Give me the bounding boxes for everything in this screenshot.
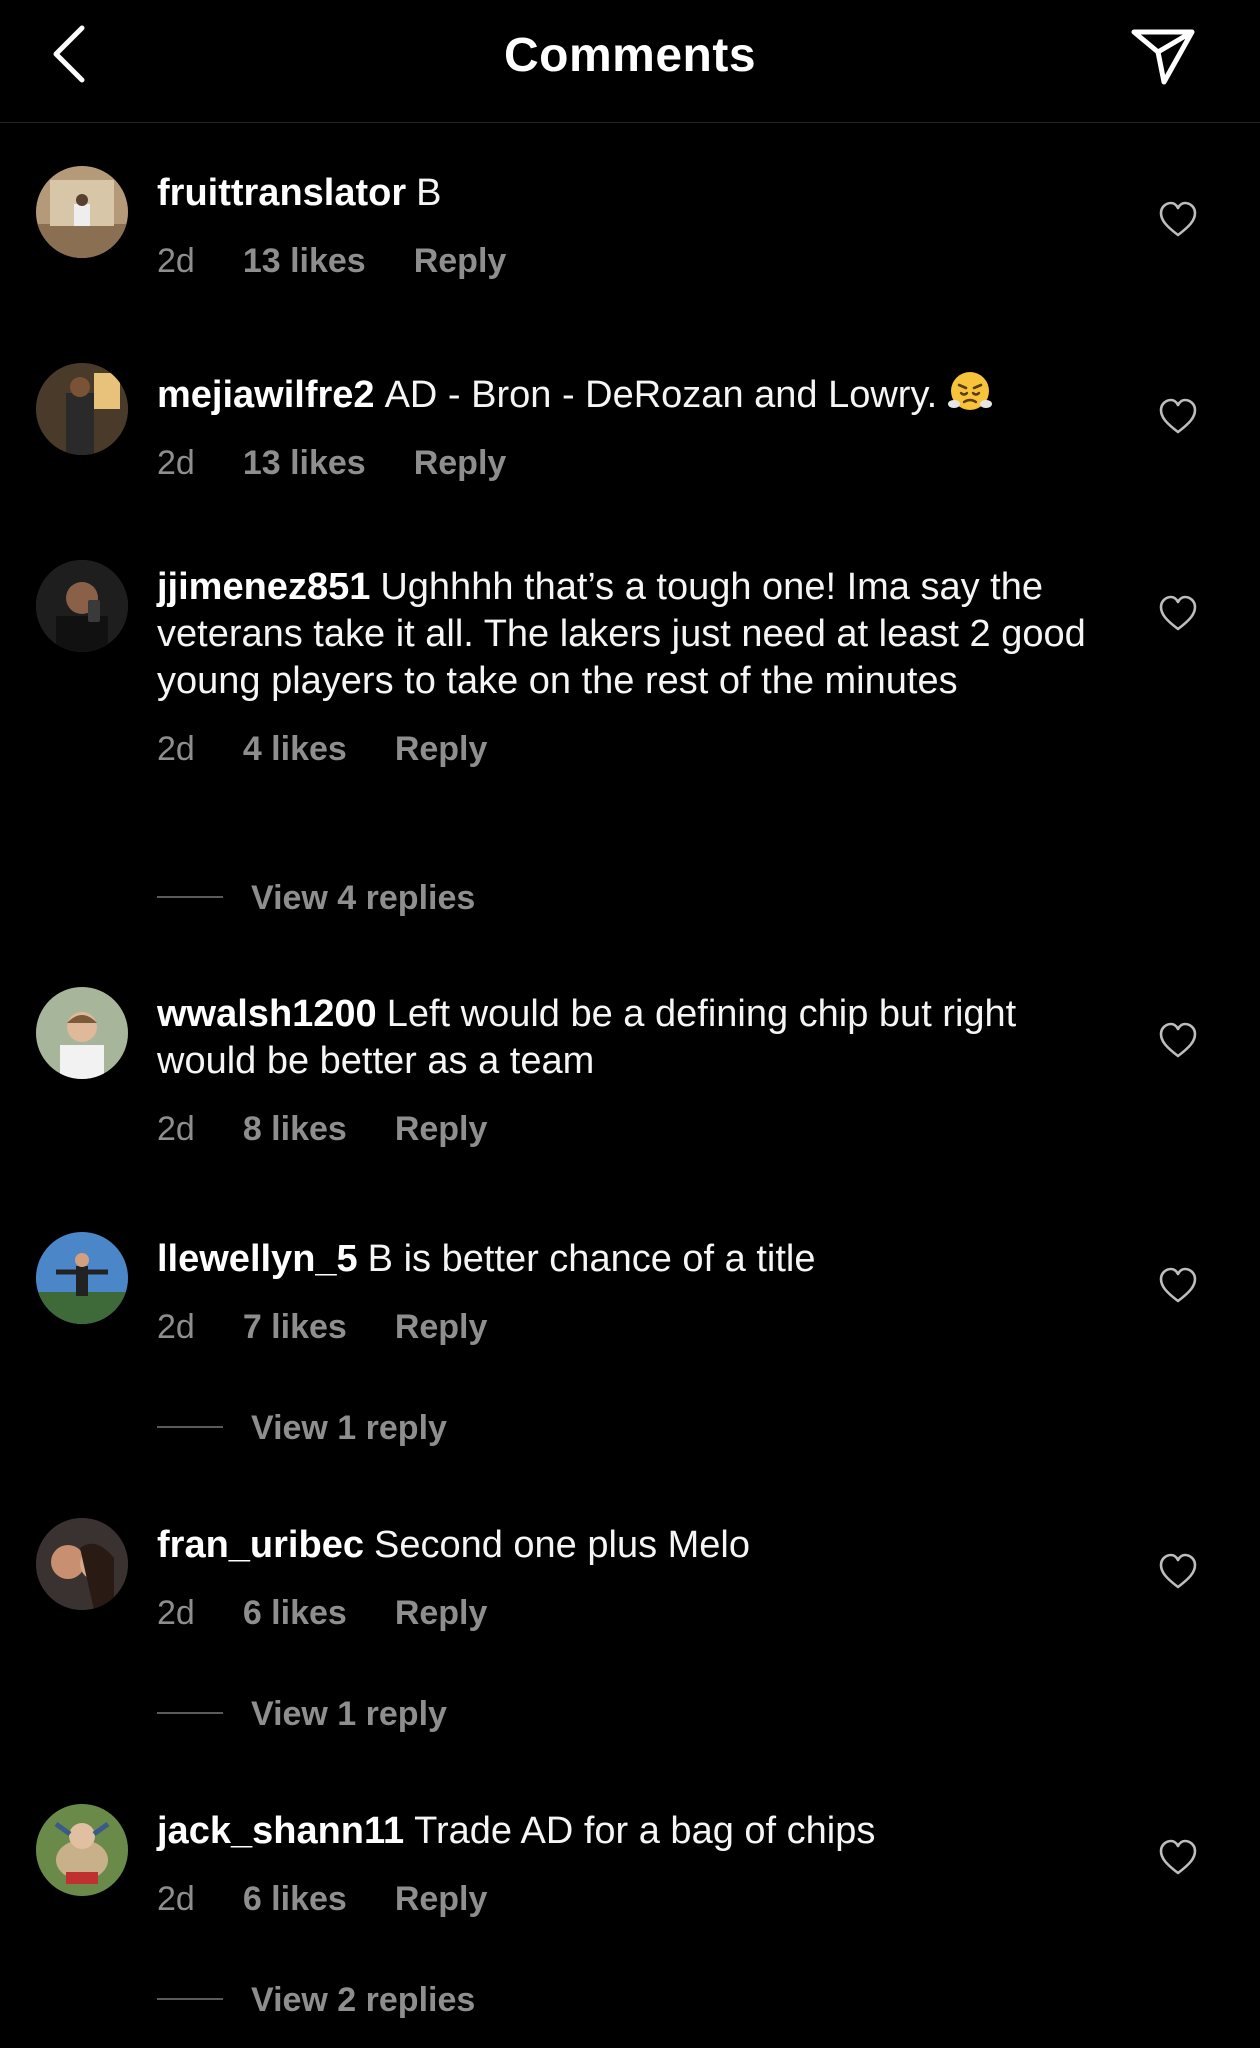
header-bar: Comments <box>0 0 1260 123</box>
likes-count[interactable]: 13 likes <box>243 444 366 482</box>
like-button[interactable] <box>1158 1266 1198 1306</box>
likes-count[interactable]: 4 likes <box>243 730 347 768</box>
avatar[interactable] <box>36 363 128 455</box>
comment-text: AD - Bron - DeRozan and Lowry. <box>384 374 938 416</box>
comment-username[interactable]: jjimenez851 <box>157 566 370 608</box>
comment-time: 2d <box>157 1880 195 1918</box>
reply-thread-line <box>157 1426 223 1429</box>
likes-count[interactable]: 7 likes <box>243 1308 347 1346</box>
comment-time: 2d <box>157 1308 195 1346</box>
face-with-steam-emoji-icon <box>947 367 993 413</box>
heart-icon <box>1159 201 1197 237</box>
view-replies-label: View 4 replies <box>251 879 476 917</box>
heart-icon <box>1159 398 1197 434</box>
like-button[interactable] <box>1158 594 1198 634</box>
comment-username[interactable]: fran_uribec <box>157 1524 364 1566</box>
comment-text: Second one plus Melo <box>373 1524 750 1566</box>
likes-count[interactable]: 6 likes <box>243 1880 347 1918</box>
view-replies-button[interactable]: View 4 replies <box>157 876 475 920</box>
view-replies-label: View 2 replies <box>251 1981 476 2019</box>
page-title: Comments <box>503 29 757 82</box>
heart-icon <box>1159 595 1197 631</box>
comment-username[interactable]: fruittranslator <box>157 172 406 214</box>
avatar[interactable] <box>36 560 128 652</box>
view-replies-button[interactable]: View 1 reply <box>157 1692 447 1736</box>
avatar[interactable] <box>36 1804 128 1896</box>
reply-button[interactable]: Reply <box>395 730 488 768</box>
share-button[interactable] <box>1130 26 1198 88</box>
like-button[interactable] <box>1158 397 1198 437</box>
view-replies-label: View 1 reply <box>251 1695 447 1733</box>
comment-username[interactable]: mejiawilfre2 <box>157 374 375 416</box>
comment-text: B is better chance of a title <box>367 1238 816 1280</box>
reply-button[interactable]: Reply <box>395 1110 488 1148</box>
reply-button[interactable]: Reply <box>395 1308 488 1346</box>
comment-time: 2d <box>157 242 195 280</box>
comment-text: Trade AD for a bag of chips <box>414 1810 876 1852</box>
comment-username[interactable]: wwalsh1200 <box>157 993 377 1035</box>
comment-time: 2d <box>157 1110 195 1148</box>
comment-time: 2d <box>157 1594 195 1632</box>
comment-username[interactable]: jack_shann11 <box>157 1810 404 1852</box>
avatar[interactable] <box>36 1232 128 1324</box>
heart-icon <box>1159 1267 1197 1303</box>
heart-icon <box>1159 1022 1197 1058</box>
view-replies-button[interactable]: View 1 reply <box>157 1406 447 1450</box>
comment-time: 2d <box>157 444 195 482</box>
paper-plane-icon <box>1131 29 1195 85</box>
like-button[interactable] <box>1158 1021 1198 1061</box>
reply-button[interactable]: Reply <box>414 242 507 280</box>
like-button[interactable] <box>1158 1838 1198 1878</box>
reply-thread-line <box>157 896 223 899</box>
avatar[interactable] <box>36 1518 128 1610</box>
reply-thread-line <box>157 1712 223 1715</box>
view-replies-label: View 1 reply <box>251 1409 447 1447</box>
reply-thread-line <box>157 1998 223 2001</box>
comment-time: 2d <box>157 730 195 768</box>
reply-button[interactable]: Reply <box>395 1594 488 1632</box>
heart-icon <box>1159 1839 1197 1875</box>
likes-count[interactable]: 8 likes <box>243 1110 347 1148</box>
comment-text: B <box>416 172 442 214</box>
reply-button[interactable]: Reply <box>395 1880 488 1918</box>
like-button[interactable] <box>1158 200 1198 240</box>
view-replies-button[interactable]: View 2 replies <box>157 1978 475 2022</box>
reply-button[interactable]: Reply <box>414 444 507 482</box>
heart-icon <box>1159 1553 1197 1589</box>
avatar[interactable] <box>36 166 128 258</box>
like-button[interactable] <box>1158 1552 1198 1592</box>
comment-username[interactable]: llewellyn_5 <box>157 1238 358 1280</box>
likes-count[interactable]: 6 likes <box>243 1594 347 1632</box>
likes-count[interactable]: 13 likes <box>243 242 366 280</box>
avatar[interactable] <box>36 987 128 1079</box>
